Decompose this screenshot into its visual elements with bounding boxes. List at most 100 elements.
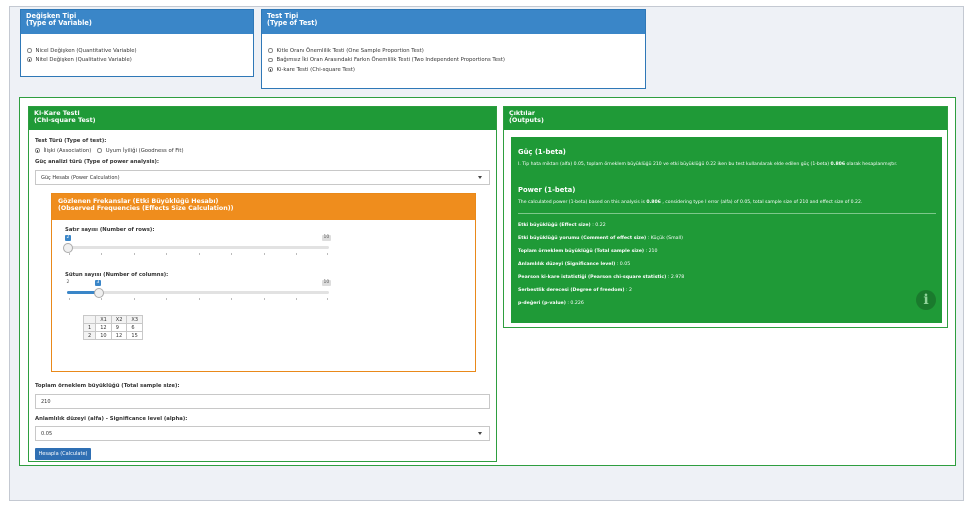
radio-circle-icon[interactable] [268, 67, 273, 72]
rows-slider[interactable]: 2 10 [63, 235, 331, 257]
table-cell-input[interactable]: 10 [95, 331, 112, 340]
chi-square-panel: Ki-Kare Testi (Chi-square Test) Test Tür… [28, 106, 497, 462]
sample-size-label: Toplam örneklem büyüklüğü (Total sample … [35, 383, 180, 389]
result-value: : 0.22 [590, 223, 606, 228]
slider-tick [166, 298, 167, 300]
table-row: 1 12 9 6 [82, 323, 144, 332]
power-type-value: Güç Hesabı (Power Calculation) [41, 174, 120, 181]
table-corner-cell [82, 315, 97, 324]
power-type-label: Güç analizi türü (Type of power analysis… [35, 159, 160, 165]
radio-qualitative[interactable]: Nitel Değişken (Qualitative Variable) [27, 56, 137, 63]
slider-tick [101, 298, 102, 300]
power-text-en: The calculated power (1-beta) based on t… [518, 200, 862, 205]
result-chi-square: Pearson ki-kare istatistiği (Pearson chi… [518, 275, 684, 280]
variable-type-title: Değişken Tipi (Type of Variable) [21, 10, 253, 34]
slider-tick [231, 253, 232, 255]
rows-slider-handle[interactable] [63, 242, 73, 253]
radio-label: Kitle Oranı Önemlilik Testi (One Sample … [276, 47, 424, 54]
observed-frequencies-title: Gözlenen Frekanslar (Etki Büyüklüğü Hesa… [52, 194, 475, 220]
result-value: : 0.226 [565, 301, 584, 306]
result-key: Toplam örneklem büyüklüğü (Total sample … [518, 249, 645, 254]
radio-circle-icon[interactable] [268, 57, 273, 63]
result-significance: Anlamlılık düzeyi (Significance level) :… [518, 262, 630, 267]
rows-slider-max: 10 [322, 235, 331, 241]
test-type-box: Test Tipi (Type of Test) Kitle Oranı Öne… [261, 9, 646, 89]
radio-association[interactable]: İlişki (Association) [35, 147, 91, 154]
power-type-select[interactable]: Güç Hesabı (Power Calculation) [35, 170, 490, 185]
cols-slider-handle[interactable] [94, 287, 104, 298]
radio-circle-icon[interactable] [35, 148, 40, 153]
radio-label: Ki-kare Testi (Chi-square Test) [276, 66, 355, 73]
table-cell-input[interactable]: 9 [110, 323, 128, 332]
text-fragment: olarak hesaplanmıştır. [845, 162, 898, 167]
divider [518, 213, 936, 214]
radio-circle-icon[interactable] [27, 57, 32, 62]
cols-label: Sütun sayısı (Number of columns): [65, 272, 169, 278]
radio-chi-square[interactable]: Ki-kare Testi (Chi-square Test) [268, 66, 505, 73]
calculate-button-label: Hesapla (Calculate) [38, 451, 88, 457]
cols-slider[interactable]: 2 3 10 [65, 280, 331, 302]
app-window: Değişken Tipi (Type of Variable) Nicel D… [9, 6, 964, 501]
rows-label: Satır sayısı (Number of rows): [65, 227, 155, 233]
slider-tick [134, 298, 135, 300]
slider-tick [296, 298, 297, 300]
test-kind-label: Test Türü (Type of test): [35, 138, 107, 144]
result-value: : 210 [644, 249, 658, 254]
calculate-button[interactable]: Hesapla (Calculate) [35, 448, 91, 460]
result-key: p-değeri (p-value) [518, 301, 566, 306]
variable-type-box: Değişken Tipi (Type of Variable) Nicel D… [20, 9, 254, 77]
result-value: : Küçük (Small) [646, 236, 683, 241]
radio-quantitative[interactable]: Nicel Değişken (Quantitative Variable) [27, 47, 137, 54]
result-value: : 0.05 [615, 262, 631, 267]
radio-two-proportions[interactable]: Bağımsız İki Oran Arasındaki Farkın Önem… [268, 57, 505, 64]
result-effect-size: Etki büyüklüğü (Effect size) : 0.22 [518, 223, 606, 228]
table-header-cell: X1 [95, 315, 112, 324]
slider-tick [134, 253, 135, 255]
sample-size-input[interactable]: 210 [35, 394, 490, 409]
power-title-tr: Güç (1-beta) [518, 148, 566, 156]
text-fragment: , considering type I error (alfa) of 0.0… [660, 200, 863, 205]
sample-size-value: 210 [41, 398, 51, 405]
slider-tick [69, 298, 70, 300]
table-header-cell: X3 [126, 315, 144, 324]
info-icon: i [916, 290, 936, 310]
slider-tick [327, 253, 328, 255]
result-effect-comment: Etki büyüklüğü yorumu (Comment of effect… [518, 236, 683, 241]
radio-circle-icon[interactable] [268, 48, 273, 53]
table-row-index: 1 [82, 323, 97, 332]
table-cell-input[interactable]: 12 [110, 331, 128, 340]
result-key: Pearson ki-kare istatistiği (Pearson chi… [518, 275, 667, 280]
cols-slider-track[interactable] [67, 291, 329, 294]
power-text-tr: I. Tip hata miktarı (alfa) 0.05, toplam … [518, 162, 897, 167]
radio-label: Nicel Değişken (Quantitative Variable) [35, 47, 137, 54]
slider-tick [199, 253, 200, 255]
slider-tick [199, 298, 200, 300]
radio-goodness-of-fit[interactable]: Uyum İyiliği (Goodness of Fit) [97, 147, 184, 154]
slider-tick [296, 253, 297, 255]
chevron-down-icon [478, 432, 482, 435]
table-cell-input[interactable]: 12 [95, 323, 112, 332]
result-value: : 2 [624, 288, 633, 293]
slider-tick [327, 298, 328, 300]
table-cell-input[interactable]: 6 [126, 323, 144, 332]
radio-label: Uyum İyiliği (Goodness of Fit) [105, 147, 184, 154]
rows-slider-track[interactable] [67, 246, 329, 249]
rows-slider-value: 2 [65, 235, 71, 241]
slider-tick [264, 253, 265, 255]
radio-one-sample[interactable]: Kitle Oranı Önemlilik Testi (One Sample … [268, 47, 505, 54]
outputs-title: Çıktılar (Outputs) [504, 107, 947, 130]
test-type-title: Test Tipi (Type of Test) [262, 10, 645, 34]
alpha-select[interactable]: 0.05 [35, 426, 490, 441]
radio-label: Nitel Değişken (Qualitative Variable) [35, 56, 132, 63]
radio-circle-icon[interactable] [27, 48, 32, 53]
radio-label: Bağımsız İki Oran Arasındaki Farkın Önem… [276, 57, 505, 63]
table-row-index: 2 [82, 331, 97, 340]
observed-frequency-table: X1 X2 X3 1 12 9 6 2 10 12 15 [82, 315, 144, 340]
result-p-value: p-değeri (p-value) : 0.226 [518, 301, 584, 306]
result-key: Serbestlik derecesi (Degree of freedom) [518, 288, 625, 293]
table-cell-input[interactable]: 15 [126, 331, 144, 340]
power-title-en: Power (1-beta) [518, 186, 576, 194]
radio-circle-icon[interactable] [97, 148, 102, 153]
alpha-label: Anlamlılık düzeyi (alfa) - Significance … [35, 416, 188, 422]
outputs-panel: Çıktılar (Outputs) Güç (1-beta) I. Tip h… [503, 106, 948, 328]
